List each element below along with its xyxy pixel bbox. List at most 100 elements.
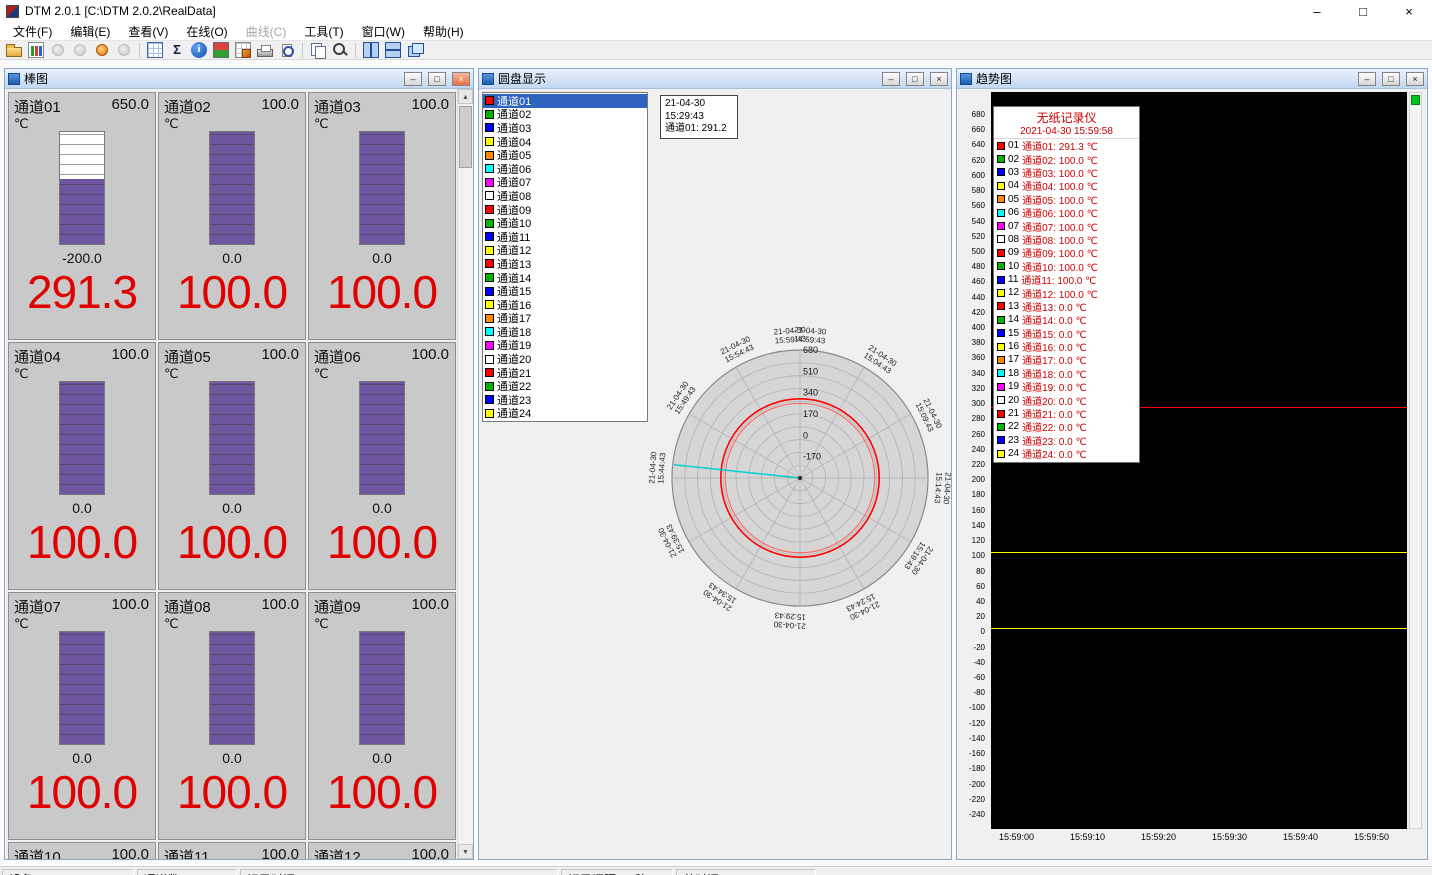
maximize-button[interactable]: □ xyxy=(1340,0,1386,22)
menu-edit[interactable]: 编辑(E) xyxy=(61,23,119,40)
legend-color-swatch xyxy=(997,262,1005,270)
scroll-down-icon[interactable]: ▼ xyxy=(458,844,473,859)
y-tick-label: -80 xyxy=(973,688,985,697)
legend-color-swatch xyxy=(997,168,1005,176)
unit-label: ℃ xyxy=(14,616,29,632)
mdi-area: 棒图 – □ × 通道01650.0℃-200.0291.3通道02100.0℃… xyxy=(0,60,1432,866)
y-tick-label: -140 xyxy=(969,734,985,743)
channel-value: 100.0 xyxy=(9,765,155,819)
pause-icon[interactable] xyxy=(69,40,91,60)
y-tick-label: 100 xyxy=(972,551,985,560)
legend-channel-number: 16 xyxy=(1008,341,1019,352)
menu-help[interactable]: 帮助(H) xyxy=(414,23,473,40)
window-controls: – □ × xyxy=(1294,0,1432,22)
scale-min: -200.0 xyxy=(9,250,155,266)
copy-icon[interactable] xyxy=(307,40,329,60)
menu-window[interactable]: 窗口(W) xyxy=(353,23,414,40)
channel-label: 通道06 xyxy=(314,346,361,367)
legend-channel-number: 24 xyxy=(1008,448,1019,459)
menu-online[interactable]: 在线(O) xyxy=(177,23,236,40)
statistics-icon[interactable] xyxy=(166,40,188,60)
scroll-up-icon[interactable]: ▲ xyxy=(458,89,473,104)
grid-edit-icon[interactable] xyxy=(232,40,254,60)
legend-row: 08通道08: 100.0 ℃ xyxy=(994,233,1139,246)
legend-color-swatch xyxy=(997,209,1005,217)
legend-color-swatch xyxy=(997,436,1005,444)
export-report-icon[interactable] xyxy=(25,40,47,60)
scale-max: 100.0 xyxy=(261,846,299,859)
bar-gauge xyxy=(59,631,105,745)
data-table-icon[interactable] xyxy=(144,40,166,60)
bar-gauge xyxy=(359,381,405,495)
bar-scrollbar[interactable]: ▲ ▼ xyxy=(457,89,473,859)
application-window: DTM 2.0.1 [C:\DTM 2.0.2\RealData] – □ × … xyxy=(0,0,1432,875)
trend-restore-button[interactable]: □ xyxy=(1382,72,1400,86)
legend-color-swatch xyxy=(997,329,1005,337)
trend-scroll-thumb[interactable] xyxy=(1411,95,1420,105)
y-tick-label: -160 xyxy=(969,749,985,758)
menu-view[interactable]: 查看(V) xyxy=(119,23,177,40)
channel-color-swatch xyxy=(485,137,494,146)
x-tick-label: 15:59:30 xyxy=(1212,832,1247,842)
scroll-thumb[interactable] xyxy=(459,106,472,168)
scale-max: 100.0 xyxy=(111,596,149,613)
print-icon[interactable] xyxy=(254,40,276,60)
legend-title: 无纸记录仪 xyxy=(994,107,1139,126)
channel-color-swatch xyxy=(485,205,494,214)
print-preview-icon[interactable] xyxy=(276,40,298,60)
trend-minimize-button[interactable]: – xyxy=(1358,72,1376,86)
cascade-icon[interactable] xyxy=(404,40,426,60)
y-tick-label: 20 xyxy=(976,612,985,621)
menu-file[interactable]: 文件(F) xyxy=(4,23,61,40)
app-icon xyxy=(6,5,19,18)
x-tick-label: 15:59:50 xyxy=(1354,832,1389,842)
info-icon[interactable] xyxy=(188,40,210,60)
legend-channel-number: 10 xyxy=(1008,261,1019,272)
trend-close-button[interactable]: × xyxy=(1406,72,1424,86)
disc-close-button[interactable]: × xyxy=(930,72,948,86)
legend-channel-number: 06 xyxy=(1008,207,1019,218)
channel-color-swatch xyxy=(485,355,494,364)
offline-icon[interactable] xyxy=(113,40,135,60)
unit-label: ℃ xyxy=(14,116,29,132)
scale-max: 100.0 xyxy=(261,96,299,113)
open-file-icon[interactable] xyxy=(3,40,25,60)
y-tick-label: 300 xyxy=(972,399,985,408)
disc-restore-button[interactable]: □ xyxy=(906,72,924,86)
channel-label: 通道03 xyxy=(314,96,361,117)
legend-color-swatch xyxy=(997,396,1005,404)
channel-value: 100.0 xyxy=(159,765,305,819)
legend-row: 22通道22: 0.0 ℃ xyxy=(994,420,1139,433)
bar-minimize-button[interactable]: – xyxy=(404,72,422,86)
zoom-icon[interactable] xyxy=(329,40,351,60)
alarm-list-icon[interactable] xyxy=(210,40,232,60)
legend-color-swatch xyxy=(997,369,1005,377)
legend-color-swatch xyxy=(997,423,1005,431)
bar-panel: 通道04100.0℃0.0100.0 xyxy=(8,342,156,590)
menu-curve[interactable]: 曲线(C) xyxy=(237,23,296,40)
bar-restore-button[interactable]: □ xyxy=(428,72,446,86)
tooltip-date: 21-04-30 xyxy=(665,98,733,111)
minimize-button[interactable]: – xyxy=(1294,0,1340,22)
close-button[interactable]: × xyxy=(1386,0,1432,22)
disc-window-titlebar[interactable]: 圆盘显示 – □ × xyxy=(479,69,951,89)
scale-max: 100.0 xyxy=(111,346,149,363)
scale-max: 100.0 xyxy=(411,846,449,859)
tile-horizontal-icon[interactable] xyxy=(382,40,404,60)
y-tick-label: -180 xyxy=(969,764,985,773)
scale-min: 0.0 xyxy=(159,500,305,516)
legend-row: 20通道20: 0.0 ℃ xyxy=(994,393,1139,406)
legend-row: 24通道24: 0.0 ℃ xyxy=(994,447,1139,460)
svg-text:680: 680 xyxy=(803,345,818,355)
record-icon[interactable] xyxy=(91,40,113,60)
channel-list-item[interactable]: 通道24 xyxy=(483,407,647,421)
trend-window-titlebar[interactable]: 趋势图 – □ × xyxy=(957,69,1427,89)
disc-minimize-button[interactable]: – xyxy=(882,72,900,86)
stop-icon[interactable] xyxy=(47,40,69,60)
bar-close-button[interactable]: × xyxy=(452,72,470,86)
y-tick-label: 400 xyxy=(972,323,985,332)
bar-window-titlebar[interactable]: 棒图 – □ × xyxy=(5,69,473,89)
tile-vertical-icon[interactable] xyxy=(360,40,382,60)
trend-scrollbar[interactable] xyxy=(1409,92,1422,829)
menu-tools[interactable]: 工具(T) xyxy=(295,23,352,40)
